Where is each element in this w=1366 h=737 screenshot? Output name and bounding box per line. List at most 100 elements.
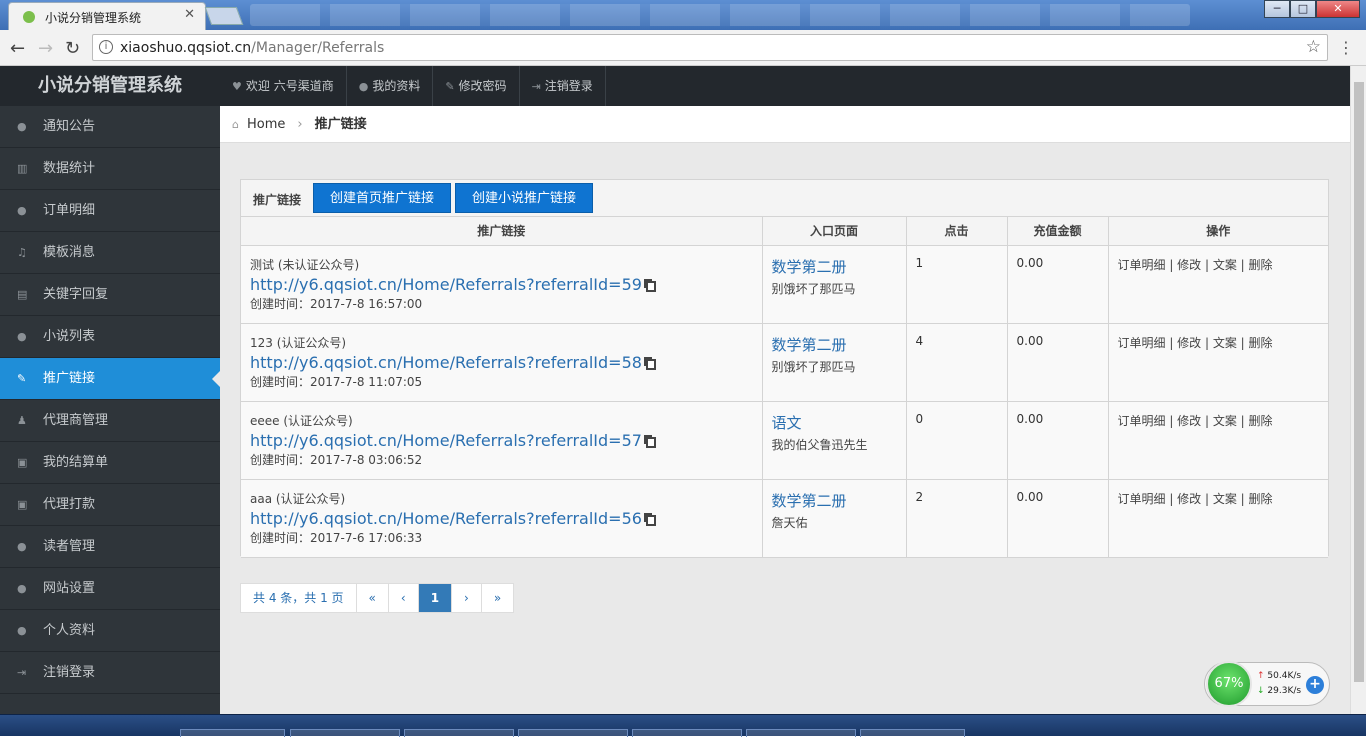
sidebar-item-referrals[interactable]: ✎ 推广链接 bbox=[0, 358, 220, 400]
table-header-row: 推广链接 入口页面 点击 充值金额 操作 bbox=[241, 217, 1328, 246]
os-taskbar bbox=[0, 714, 1366, 737]
page-scrollbar[interactable] bbox=[1350, 66, 1366, 714]
col-header-actions: 操作 bbox=[1108, 217, 1328, 246]
url-text: xiaoshuo.qqsiot.cn/Manager/Referrals bbox=[120, 40, 385, 56]
amount-cell: 0.00 bbox=[1007, 323, 1109, 402]
account-name: 123 (认证公众号) bbox=[250, 335, 347, 350]
sidebar-item-stats[interactable]: ▥ 数据统计 bbox=[0, 148, 220, 190]
pager-last-button[interactable]: » bbox=[482, 584, 513, 612]
copy-icon[interactable] bbox=[645, 436, 656, 448]
breadcrumb-home[interactable]: Home bbox=[247, 117, 285, 132]
window-controls: ─ □ ✕ bbox=[1264, 0, 1360, 18]
account-name: aaa (认证公众号) bbox=[250, 491, 346, 506]
pager-prev-button[interactable]: ‹ bbox=[389, 584, 419, 612]
heart-icon: ♥ bbox=[232, 80, 242, 93]
referral-link[interactable]: http://y6.qqsiot.cn/Home/Referrals?refer… bbox=[250, 509, 754, 528]
my-profile-link[interactable]: ● 我的资料 bbox=[347, 66, 434, 106]
sidebar-item-readers[interactable]: ● 读者管理 bbox=[0, 526, 220, 568]
sidebar-item-agents[interactable]: ♟ 代理商管理 bbox=[0, 400, 220, 442]
referral-link[interactable]: http://y6.qqsiot.cn/Home/Referrals?refer… bbox=[250, 353, 754, 372]
brand-title: 小说分销管理系统 bbox=[0, 66, 220, 106]
forward-icon[interactable]: → bbox=[38, 38, 53, 59]
account-name: eeee (认证公众号) bbox=[250, 413, 353, 428]
sidebar-item-notice[interactable]: ● 通知公告 bbox=[0, 106, 220, 148]
row-actions[interactable]: 订单明细 | 修改 | 文案 | 删除 bbox=[1118, 334, 1321, 351]
row-actions[interactable]: 订单明细 | 修改 | 文案 | 删除 bbox=[1118, 412, 1321, 429]
sidebar-item-profile[interactable]: ● 个人资料 bbox=[0, 610, 220, 652]
info-icon[interactable]: i bbox=[99, 40, 113, 54]
clicks-cell: 4 bbox=[906, 323, 1008, 402]
pager-first-button[interactable]: « bbox=[357, 584, 389, 612]
background-windows bbox=[250, 4, 1190, 26]
chapter-name: 詹天佑 bbox=[771, 515, 808, 530]
breadcrumb-current: 推广链接 bbox=[314, 117, 367, 132]
clicks-cell: 1 bbox=[906, 245, 1008, 324]
pager-summary: 共 4 条，共 1 页 bbox=[241, 584, 357, 612]
sidebar-item-payout[interactable]: ▣ 代理打款 bbox=[0, 484, 220, 526]
maximize-button[interactable]: □ bbox=[1290, 0, 1316, 18]
referral-link[interactable]: http://y6.qqsiot.cn/Home/Referrals?refer… bbox=[250, 275, 754, 294]
amount-cell: 0.00 bbox=[1007, 479, 1109, 558]
welcome-link[interactable]: ♥ 欢迎 六号渠道商 bbox=[220, 66, 347, 106]
network-speed-widget[interactable]: 67% ↑ 50.4K/s ↓ 29.3K/s + bbox=[1204, 661, 1330, 707]
plus-icon[interactable]: + bbox=[1306, 676, 1324, 694]
row-actions[interactable]: 订单明细 | 修改 | 文案 | 删除 bbox=[1118, 490, 1321, 507]
new-tab-button[interactable] bbox=[204, 7, 244, 25]
reload-icon[interactable]: ↻ bbox=[65, 38, 80, 59]
top-nav: ♥ 欢迎 六号渠道商 ● 我的资料 ✎ 修改密码 ⇥ 注销登录 bbox=[220, 66, 1350, 106]
sidebar-item-logout[interactable]: ⇥ 注销登录 bbox=[0, 652, 220, 694]
sidebar-item-orders[interactable]: ● 订单明细 bbox=[0, 190, 220, 232]
pagination: 共 4 条，共 1 页 « ‹ 1 › » bbox=[240, 583, 515, 613]
referral-link[interactable]: http://y6.qqsiot.cn/Home/Referrals?refer… bbox=[250, 431, 754, 450]
clicks-cell: 0 bbox=[906, 401, 1008, 480]
create-novel-link-button[interactable]: 创建小说推广链接 bbox=[455, 183, 593, 213]
pager-next-button[interactable]: › bbox=[452, 584, 482, 612]
tab-close-icon[interactable]: ✕ bbox=[184, 7, 195, 22]
chapter-name: 我的伯父鲁迅先生 bbox=[771, 437, 868, 452]
chapter-name: 别饿坏了那匹马 bbox=[771, 281, 856, 296]
person-icon: ● bbox=[17, 120, 27, 133]
bookmark-star-icon[interactable]: ☆ bbox=[1306, 37, 1321, 57]
account-name: 测试 (未认证公众号) bbox=[250, 257, 360, 272]
copy-icon[interactable] bbox=[645, 280, 656, 292]
arrow-up-icon: ↑ bbox=[1257, 671, 1265, 681]
upload-speed: ↑ 50.4K/s bbox=[1257, 671, 1302, 681]
logout-link[interactable]: ⇥ 注销登录 bbox=[520, 66, 606, 106]
book-link[interactable]: 数学第二册 bbox=[772, 256, 898, 277]
sidebar-item-site-settings[interactable]: ● 网站设置 bbox=[0, 568, 220, 610]
amount-cell: 0.00 bbox=[1007, 401, 1109, 480]
person-icon: ● bbox=[17, 540, 27, 553]
window-close-button[interactable]: ✕ bbox=[1316, 0, 1360, 18]
sidebar-item-keyword[interactable]: ▤ 关键字回复 bbox=[0, 274, 220, 316]
scrollbar-thumb[interactable] bbox=[1354, 82, 1364, 682]
address-bar-row: ← → ↻ i xiaoshuo.qqsiot.cn/Manager/Refer… bbox=[0, 30, 1366, 66]
favicon-icon bbox=[23, 11, 35, 23]
book-link[interactable]: 数学第二册 bbox=[772, 490, 898, 511]
book-icon: ▤ bbox=[17, 288, 28, 301]
money-icon: ▣ bbox=[17, 498, 28, 511]
copy-icon[interactable] bbox=[645, 358, 656, 370]
pager-page-1[interactable]: 1 bbox=[418, 584, 453, 612]
col-header-link: 推广链接 bbox=[241, 217, 763, 246]
chart-icon: ▥ bbox=[17, 162, 28, 175]
minimize-button[interactable]: ─ bbox=[1264, 0, 1290, 18]
money-icon: ▣ bbox=[17, 456, 28, 469]
url-input[interactable]: i xiaoshuo.qqsiot.cn/Manager/Referrals ☆ bbox=[92, 34, 1328, 61]
sidebar-item-settlement[interactable]: ▣ 我的结算单 bbox=[0, 442, 220, 484]
copy-icon[interactable] bbox=[645, 514, 656, 526]
browser-menu-icon[interactable]: ⋮ bbox=[1338, 38, 1354, 57]
create-home-link-button[interactable]: 创建首页推广链接 bbox=[313, 183, 451, 213]
referrals-panel: 推广链接 创建首页推广链接 创建小说推广链接 推广链接 入口页面 点击 充值金额… bbox=[240, 179, 1329, 558]
person-icon: ● bbox=[17, 624, 27, 637]
back-icon[interactable]: ← bbox=[10, 38, 25, 59]
sidebar-item-novels[interactable]: ● 小说列表 bbox=[0, 316, 220, 358]
change-password-link[interactable]: ✎ 修改密码 bbox=[433, 66, 520, 106]
home-icon: ⌂ bbox=[232, 118, 239, 131]
person-icon: ● bbox=[17, 582, 27, 595]
book-link[interactable]: 数学第二册 bbox=[772, 334, 898, 355]
row-actions[interactable]: 订单明细 | 修改 | 文案 | 删除 bbox=[1118, 256, 1321, 273]
sidebar-item-template[interactable]: ♫ 模板消息 bbox=[0, 232, 220, 274]
chevron-right-icon: › bbox=[297, 117, 303, 132]
browser-tab[interactable]: 小说分销管理系统 ✕ bbox=[8, 2, 206, 30]
book-link[interactable]: 语文 bbox=[772, 412, 898, 433]
